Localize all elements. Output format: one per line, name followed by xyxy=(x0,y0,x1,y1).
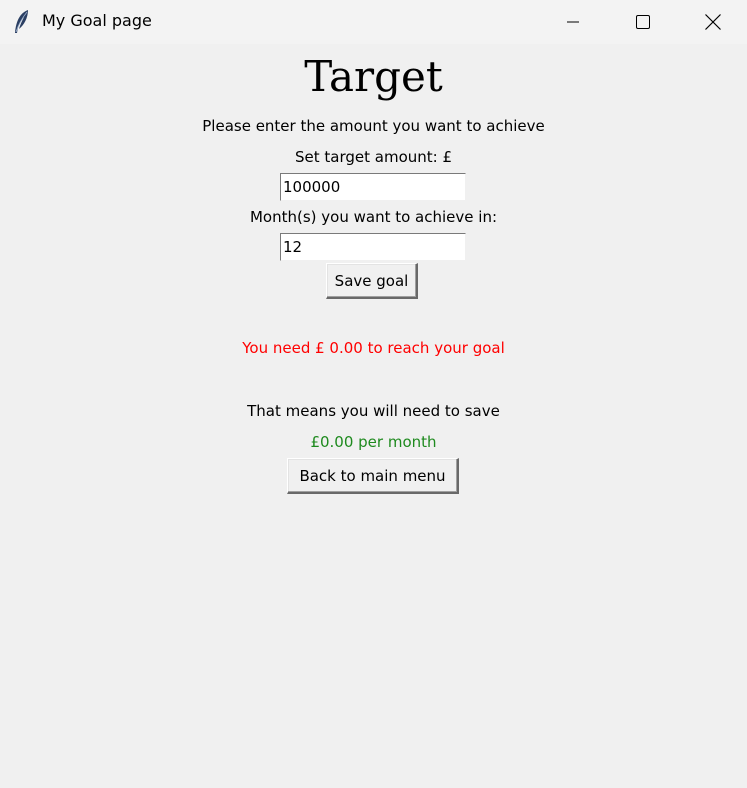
page-title: Target xyxy=(304,52,443,101)
maximize-button[interactable] xyxy=(608,0,678,44)
target-amount-label: Set target amount: £ xyxy=(294,148,453,166)
save-goal-button[interactable]: Save goal xyxy=(326,263,418,299)
close-button[interactable] xyxy=(678,0,747,44)
back-to-main-menu-button[interactable]: Back to main menu xyxy=(287,458,459,494)
maximize-icon xyxy=(636,15,650,29)
window-title: My Goal page xyxy=(42,11,152,30)
minimize-button[interactable] xyxy=(538,0,608,44)
remaining-amount-message: You need £ 0.00 to reach your goal xyxy=(242,339,505,357)
savings-intro-label: That means you will need to save xyxy=(247,402,500,420)
goal-form: Target Please enter the amount you want … xyxy=(0,44,747,788)
feather-icon xyxy=(12,9,32,35)
instruction-text: Please enter the amount you want to achi… xyxy=(202,117,545,135)
app-window: My Goal page Target Please enter the amo… xyxy=(0,0,747,788)
months-input[interactable] xyxy=(280,233,466,261)
close-icon xyxy=(705,14,721,30)
minimize-icon xyxy=(567,21,579,23)
months-label: Month(s) you want to achieve in: xyxy=(249,208,498,226)
monthly-savings-amount: £0.00 per month xyxy=(310,433,437,451)
target-amount-input[interactable] xyxy=(280,173,466,201)
title-bar[interactable]: My Goal page xyxy=(0,0,747,44)
